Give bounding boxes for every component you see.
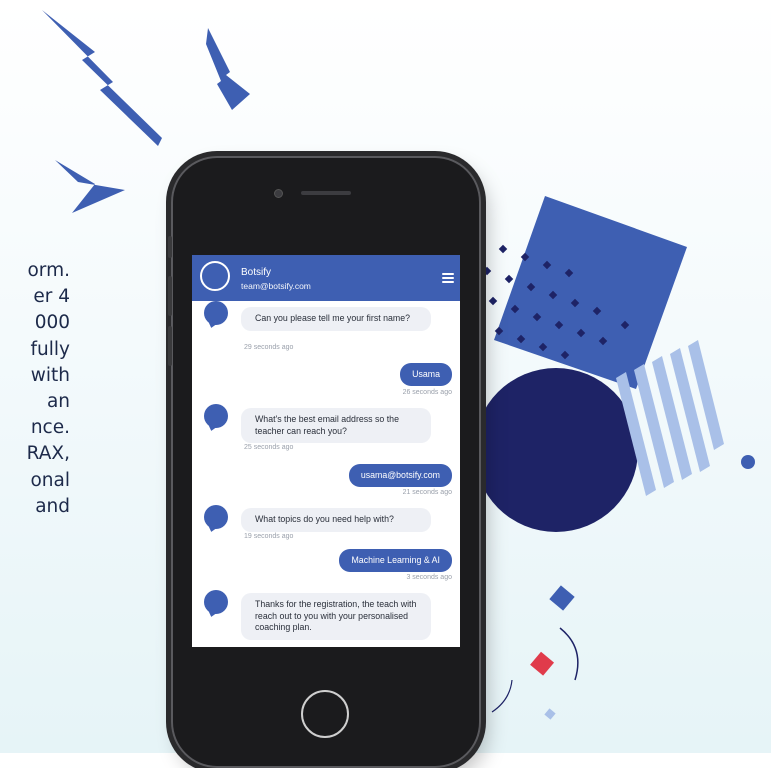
- side-text-line: an: [46, 391, 70, 413]
- bot-message: What topics do you need help with?: [241, 508, 431, 532]
- side-text-line: nce.: [30, 417, 70, 439]
- side-paragraph: orm. er 4 000 fully with an nce. RAX, on…: [0, 258, 70, 520]
- message-timestamp: 25 seconds ago: [244, 444, 294, 451]
- bot-name: Botsify: [241, 267, 272, 278]
- message-timestamp: 29 seconds ago: [244, 344, 294, 351]
- message-timestamp: 19 seconds ago: [244, 533, 294, 540]
- message-list: Can you please tell me your first name? …: [192, 301, 460, 647]
- side-text-line: RAX,: [26, 443, 70, 465]
- light-confetti: [544, 708, 556, 720]
- side-text-line: with: [30, 364, 70, 386]
- front-camera: [274, 189, 283, 198]
- side-text-line: onal: [30, 469, 70, 491]
- side-text-line: and: [35, 495, 70, 517]
- message-timestamp: 26 seconds ago: [402, 389, 452, 396]
- small-dot: [741, 455, 755, 469]
- phone-mockup: Botsify team@botsify.com Can you please …: [168, 156, 481, 768]
- lightning-bolt-large: [42, 10, 162, 146]
- chat-header: Botsify team@botsify.com: [192, 255, 460, 301]
- bot-avatar-icon: [200, 261, 230, 291]
- red-confetti: [530, 651, 555, 676]
- side-text-line: er 4: [33, 286, 70, 308]
- side-text-line: fully: [30, 338, 70, 360]
- volume-down-button: [168, 326, 172, 366]
- bot-message: What's the best email address so the tea…: [241, 408, 431, 443]
- arc-line: [559, 627, 579, 681]
- blue-confetti: [549, 585, 575, 611]
- volume-up-button: [168, 276, 172, 316]
- hamburger-menu-icon[interactable]: [442, 273, 454, 283]
- bot-email: team@botsify.com: [241, 281, 311, 291]
- phone-screen: Botsify team@botsify.com Can you please …: [192, 255, 460, 647]
- arc-line-2: [491, 679, 513, 713]
- message-timestamp: 21 seconds ago: [402, 489, 452, 496]
- bot-message-avatar: [204, 505, 228, 529]
- message-timestamp: 3 seconds ago: [406, 574, 452, 581]
- earpiece-speaker: [301, 191, 351, 195]
- home-button[interactable]: [301, 690, 349, 738]
- bot-message-avatar: [204, 301, 228, 325]
- side-text-line: orm.: [27, 260, 70, 281]
- lightning-bolt-left: [55, 160, 125, 213]
- lightning-bolt-small: [206, 28, 250, 110]
- bot-message: Thanks for the registration, the teach w…: [241, 593, 431, 640]
- bot-message: Can you please tell me your first name?: [241, 307, 431, 331]
- bot-message-avatar: [204, 590, 228, 614]
- user-message: Machine Learning & AI: [339, 549, 452, 572]
- mute-switch: [168, 236, 172, 258]
- user-message: Usama: [400, 363, 452, 386]
- bot-message-avatar: [204, 404, 228, 428]
- side-text-line: 000: [34, 312, 70, 334]
- navy-circle: [474, 368, 638, 532]
- user-message: usama@botsify.com: [348, 464, 452, 487]
